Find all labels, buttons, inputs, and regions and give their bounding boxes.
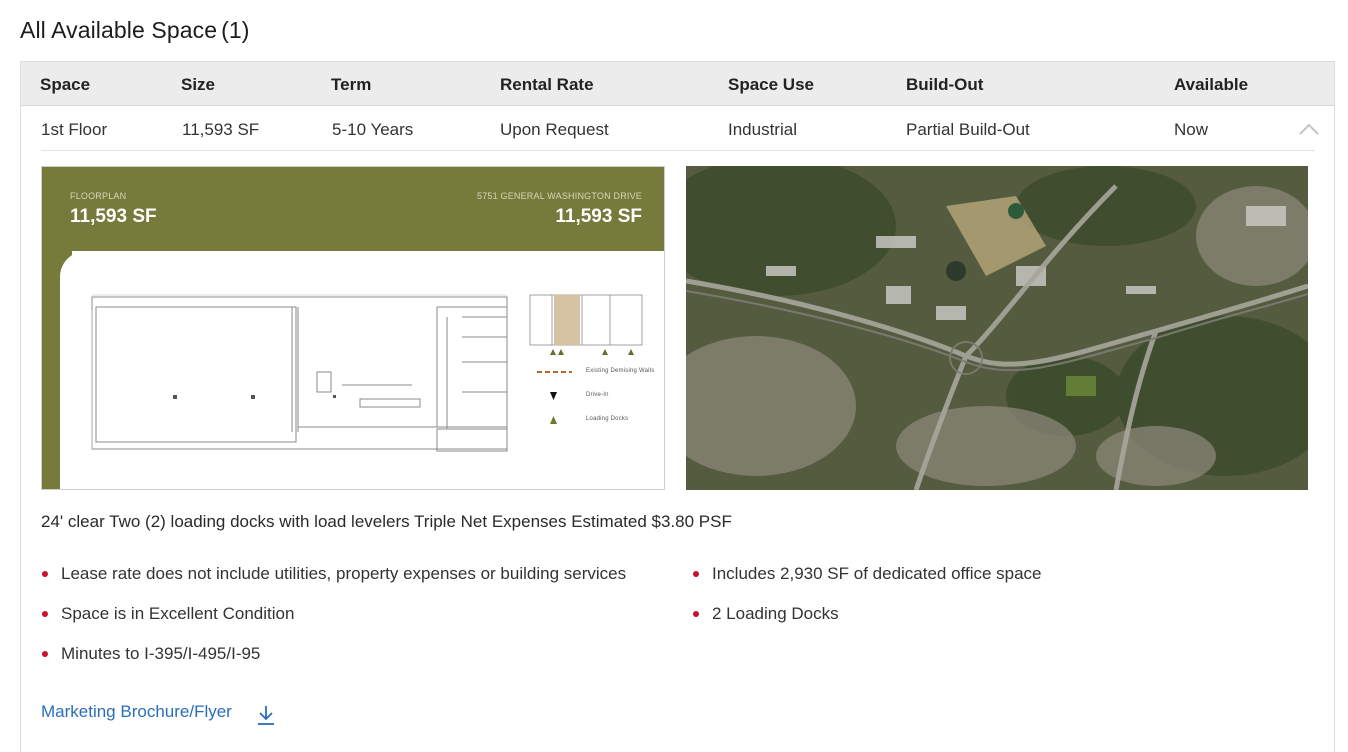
feature-item: Includes 2,930 SF of dedicated office sp… xyxy=(712,564,1042,583)
header-space: Space xyxy=(40,75,91,94)
floorplan-drawing xyxy=(91,294,643,452)
bullet-dot-icon xyxy=(42,571,48,577)
feature-item: Space is in Excellent Condition xyxy=(61,604,295,623)
page-title-count: (1) xyxy=(221,17,250,43)
page-title: All Available Space (1) xyxy=(20,17,250,44)
bullet-dot-icon xyxy=(42,611,48,617)
bullet-dot-icon xyxy=(693,571,699,577)
table-header: Space Size Term Rental Rate Space Use Bu… xyxy=(21,62,1334,106)
cell-space-use: Industrial xyxy=(728,120,797,139)
header-build-out: Build-Out xyxy=(906,75,984,94)
header-term: Term xyxy=(331,75,372,94)
header-size: Size xyxy=(181,75,216,94)
feature-item: 2 Loading Docks xyxy=(712,604,839,623)
header-space-use: Space Use xyxy=(728,75,814,94)
floorplan-image[interactable]: FLOORPLAN 11,593 SF 5751 GENERAL WASHING… xyxy=(41,166,665,490)
aerial-map-photo[interactable] xyxy=(686,166,1308,490)
cell-rental-rate: Upon Request xyxy=(500,120,609,139)
marketing-brochure-link[interactable]: Marketing Brochure/Flyer xyxy=(41,702,232,722)
legend-drive-in: Drive-In xyxy=(586,392,609,398)
available-space-panel: Space Size Term Rental Rate Space Use Bu… xyxy=(20,61,1335,752)
feature-item: Lease rate does not include utilities, p… xyxy=(61,564,627,583)
legend-loading-docks: Loading Docks xyxy=(586,416,629,422)
feature-item: Minutes to I-395/I-495/I-95 xyxy=(61,644,261,663)
row-divider xyxy=(41,150,1315,151)
aerial-map-image xyxy=(686,166,1308,490)
cell-build-out: Partial Build-Out xyxy=(906,120,1030,139)
download-icon[interactable] xyxy=(256,704,276,726)
cell-size: 11,593 SF xyxy=(182,120,260,139)
header-available: Available xyxy=(1174,75,1249,94)
header-rental-rate: Rental Rate xyxy=(500,75,594,94)
legend-demising-walls: Existing Demising Walls xyxy=(586,368,655,374)
cell-available: Now xyxy=(1174,120,1209,139)
chevron-up-icon[interactable] xyxy=(1298,122,1320,136)
page-title-text: All Available Space xyxy=(20,17,218,43)
cell-term: 5-10 Years xyxy=(332,120,414,139)
bullet-dot-icon xyxy=(693,611,699,617)
bullet-dot-icon xyxy=(42,651,48,657)
space-description: 24' clear Two (2) loading docks with loa… xyxy=(41,512,732,531)
cell-space: 1st Floor xyxy=(41,120,108,139)
